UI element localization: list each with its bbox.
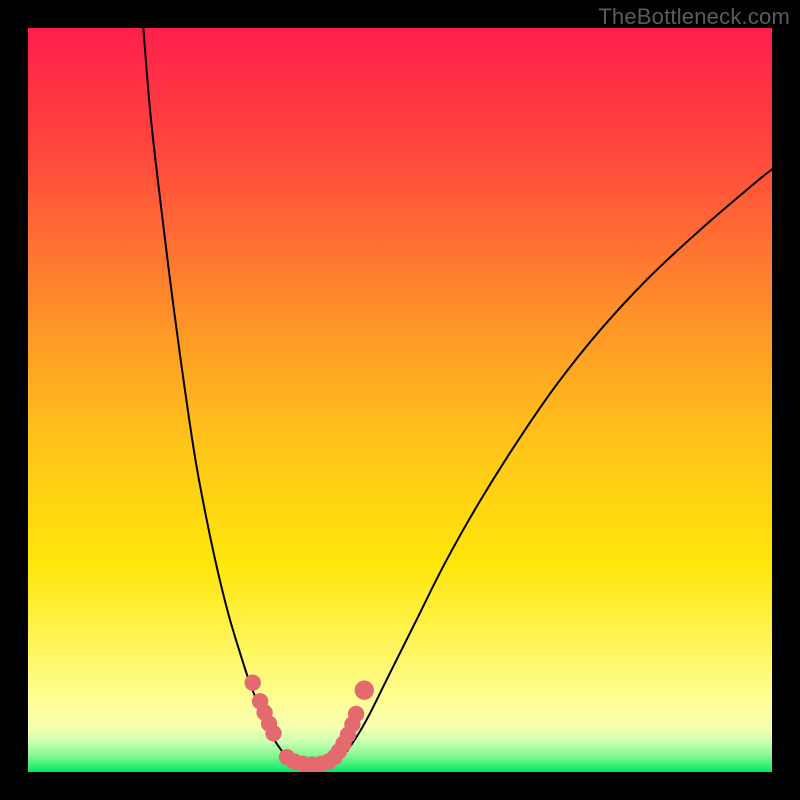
chart-frame: TheBottleneck.com (0, 0, 800, 800)
data-point-marker (265, 725, 281, 741)
curve-layer (28, 28, 772, 772)
data-point-marker (348, 706, 364, 722)
bottleneck-curve (143, 28, 772, 766)
data-point-marker (355, 680, 374, 699)
data-point-marker (245, 675, 261, 691)
plot-area (28, 28, 772, 772)
watermark-text: TheBottleneck.com (598, 4, 790, 30)
